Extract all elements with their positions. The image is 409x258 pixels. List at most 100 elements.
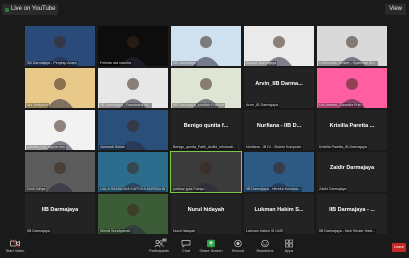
person-silhouette-icon	[339, 36, 365, 66]
person-silhouette-icon	[47, 78, 73, 108]
participant-name: Jaruhadi Sofian	[99, 145, 126, 150]
participant-tile[interactable]: IIB Darmajaya	[171, 26, 241, 66]
participant-video	[98, 110, 168, 150]
share-screen-button[interactable]: Share Screen	[198, 239, 224, 253]
participant-name: Nurul hidayah	[172, 229, 197, 234]
participant-display-name: Lukman Hakim S...	[254, 207, 304, 213]
person-silhouette-icon	[120, 78, 146, 108]
participants-count-badge: 60	[161, 238, 167, 242]
live-on-youtube-button[interactable]: Live on YouTube	[2, 4, 59, 15]
participant-display-name: IIB Darmajaya - ...	[329, 207, 375, 213]
participant-tile[interactable]: Arvin_IIB Darma... Arvin_IB Darmajaya	[244, 68, 314, 108]
apps-label: Apps	[284, 249, 294, 253]
participant-name: Dedi Yahya	[26, 187, 47, 192]
share-screen-icon	[207, 239, 215, 248]
reactions-button[interactable]: Reactions	[252, 239, 278, 253]
participant-name: Arvin_IB Darmajaya	[245, 103, 279, 108]
participant-display-name: Arvin_IIB Darma...	[255, 81, 303, 87]
participant-tile[interactable]: Lukman Hakim S... Lakman Hakim SI UNS	[244, 194, 314, 234]
participant-name: Nurfiana - IB DI - Sistem Komputer	[245, 145, 303, 150]
leave-button[interactable]: Leave	[392, 243, 406, 252]
participant-name: IIB Darmajaya_shofifah Fraedini	[172, 103, 226, 108]
person-silhouette-icon	[266, 162, 292, 192]
participant-tile[interactable]: IIB Darmajaya - Fransiskus Hi...	[98, 68, 168, 108]
participant-video	[25, 26, 95, 66]
person-silhouette-icon	[193, 162, 219, 192]
apps-icon	[285, 239, 293, 248]
participant-tile[interactable]: SB Darmajaya - Penyiap Acara	[25, 26, 95, 66]
record-button[interactable]: Record	[225, 239, 251, 253]
record-label: Record	[231, 249, 245, 253]
participant-tile[interactable]: IIB Darmajaya - ... IIB Darmajaya - Muh R…	[317, 194, 387, 234]
participant-video	[25, 152, 95, 192]
participant-name: Kristilla Paretta_IB Darmajaya	[318, 145, 368, 150]
person-silhouette-icon	[120, 204, 146, 234]
participant-tile[interactable]: Uni Jember_Zaranilla Putri	[317, 68, 387, 108]
participant-tile[interactable]: IIB Darmajaya IIB Darmajaya	[25, 194, 95, 234]
participant-name: SB Darmajaya - Penyiap Acara	[26, 61, 78, 66]
start-video-button[interactable]: Start Video	[2, 239, 28, 253]
view-button[interactable]: View	[385, 4, 406, 15]
participant-tile[interactable]: Krisilla Paretta ... Kristilla Paretta_IB…	[317, 110, 387, 150]
participant-tile[interactable]: Nurul hidayah Nurul hidayah	[171, 194, 241, 234]
zoom-meeting-window: Live on YouTube View SB Darmajaya - Peny…	[0, 0, 409, 258]
participant-video	[171, 26, 241, 66]
smiley-icon	[261, 239, 269, 248]
participant-tile[interactable]: Wendi Surahyanah	[98, 194, 168, 234]
participant-tile[interactable]: sabrina_eru_sapha mm	[25, 110, 95, 150]
participant-tile[interactable]: Benigo qunita f... Benigo_qunita_Fatih_Ar…	[171, 110, 241, 150]
apps-button[interactable]: Apps	[276, 239, 302, 253]
participant-video	[98, 68, 168, 108]
top-bar: Live on YouTube View	[0, 0, 409, 22]
person-silhouette-icon	[193, 78, 219, 108]
record-icon	[234, 239, 242, 248]
reactions-label: Reactions	[256, 249, 274, 253]
participant-video	[98, 194, 168, 234]
participant-tile[interactable]: LAILA RAMADANI KARTIKA MURSALIN	[98, 152, 168, 192]
person-silhouette-icon	[47, 36, 73, 66]
chat-button[interactable]: Chat	[173, 239, 199, 253]
participant-name: IIB Darmajaya - Hendra Kurniaw...	[245, 187, 302, 192]
participant-name: Uni Jember_Zaranilla Putri	[318, 103, 363, 108]
participants-label: Participants	[149, 249, 169, 253]
participant-video	[98, 26, 168, 66]
person-silhouette-icon	[120, 120, 146, 150]
participant-tile[interactable]: Api Setiyanto	[25, 68, 95, 108]
participant-name: Universitas Jember - Syahrude Ari...	[318, 61, 378, 66]
participant-tile[interactable]: Aaliyah Darmajaya	[244, 26, 314, 66]
person-silhouette-icon	[266, 36, 292, 66]
participant-name: LAILA RAMADANI KARTIKA MURSALIN	[99, 187, 167, 192]
participant-display-name: Krisilla Paretta ...	[329, 123, 375, 129]
participant-tile[interactable]: IIB Darmajaya - Hendra Kurniaw...	[244, 152, 314, 192]
participant-tile[interactable]: jordhaz jyda Fatriyo	[170, 151, 242, 193]
participant-tile[interactable]: Nurfiana - IIB D... Nurfiana - IB DI - Si…	[244, 110, 314, 150]
participant-video	[98, 152, 168, 192]
video-camera-icon	[10, 239, 20, 248]
participant-name: jordhaz jyda Fatriyo	[172, 187, 206, 192]
start-video-label: Start Video	[5, 249, 25, 253]
person-silhouette-icon	[47, 162, 73, 192]
participant-name: Febrian ata nasuha	[99, 61, 132, 66]
participant-name: sabrina_eru_sapha mm	[26, 145, 66, 150]
participant-name: IIB Darmajaya	[26, 229, 51, 234]
participant-gallery-grid: SB Darmajaya - Penyiap Acara Febrian ata …	[25, 26, 387, 234]
participant-tile[interactable]: Zaidir Darmajaya Zaidir Darmajaya	[317, 152, 387, 192]
participant-tile[interactable]: IIB Darmajaya_shofifah Fraedini	[171, 68, 241, 108]
chat-icon	[181, 240, 191, 248]
participant-video	[25, 110, 95, 150]
person-silhouette-icon	[193, 36, 219, 66]
participant-video	[25, 68, 95, 108]
participant-video	[244, 152, 314, 192]
participant-video	[171, 152, 241, 192]
person-silhouette-icon	[120, 162, 146, 192]
person-silhouette-icon	[120, 36, 146, 66]
meeting-toolbar: Start Video 60 Participants Chat Share S…	[0, 238, 409, 258]
participant-tile[interactable]: Febrian ata nasuha	[98, 26, 168, 66]
participant-display-name: Nurul hidayah	[187, 207, 225, 213]
participant-tile[interactable]: Jaruhadi Sofian	[98, 110, 168, 150]
participants-button[interactable]: 60 Participants	[146, 238, 172, 253]
participant-tile[interactable]: Dedi Yahya	[25, 152, 95, 192]
participant-tile[interactable]: Universitas Jember - Syahrude Ari...	[317, 26, 387, 66]
participant-name: IIB Darmajaya - Muh Reuter Hadi...	[318, 229, 377, 234]
participant-video	[317, 68, 387, 108]
